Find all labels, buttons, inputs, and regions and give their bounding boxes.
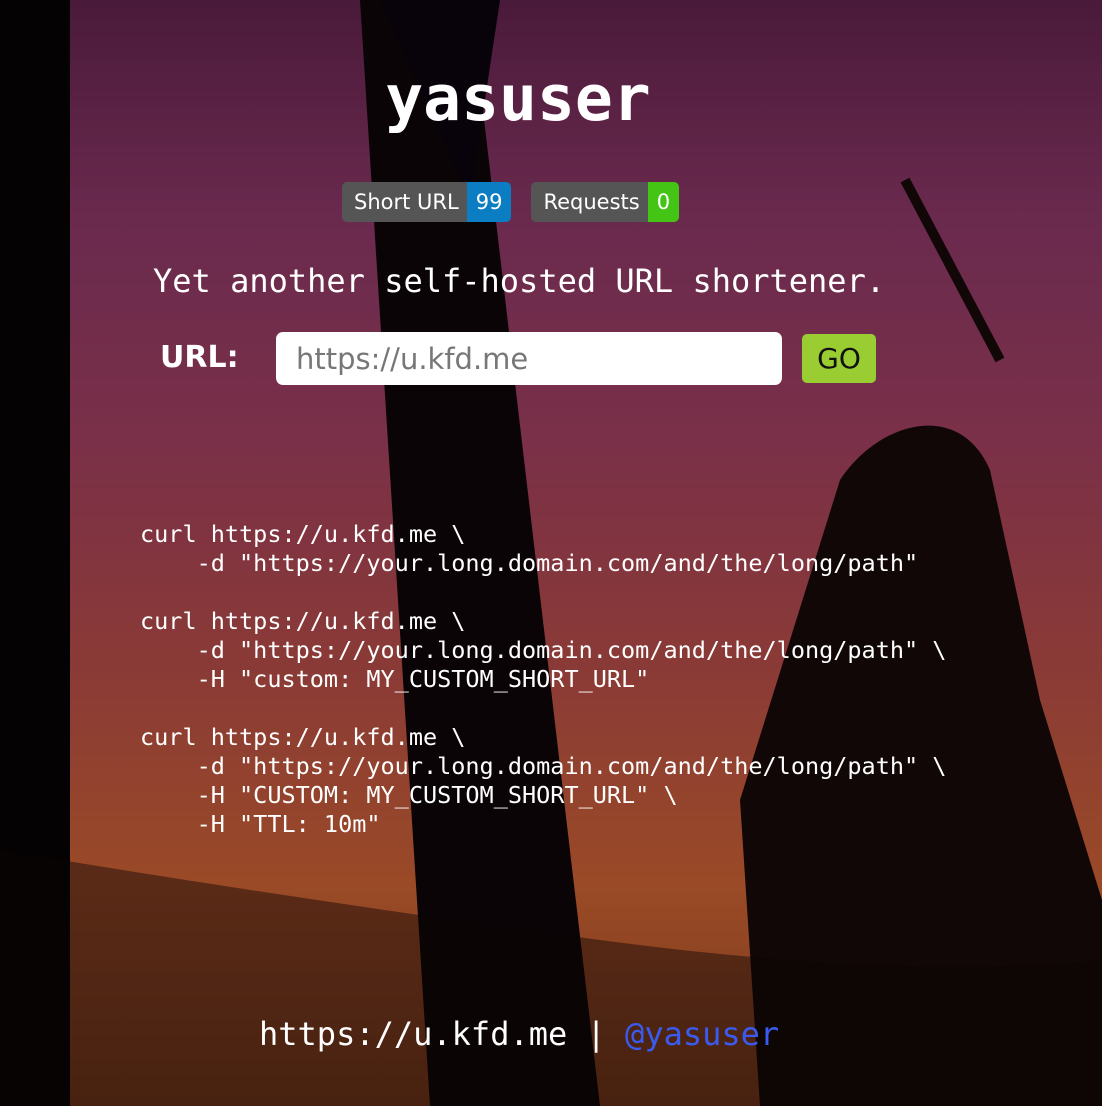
author-link[interactable]: @yasuser xyxy=(625,1015,779,1053)
badge-value: 99 xyxy=(466,182,512,222)
badge-value: 0 xyxy=(647,182,680,222)
url-label: URL: xyxy=(160,340,239,375)
badge-label: Requests xyxy=(531,182,648,222)
site-title: yasuser xyxy=(385,62,651,135)
footer-site: https://u.kfd.me xyxy=(259,1015,568,1053)
stats-badges: Short URL 99 Requests 0 xyxy=(342,182,680,222)
badge-label: Short URL xyxy=(342,182,467,222)
tagline: Yet another self-hosted URL shortener. xyxy=(153,262,886,300)
go-button[interactable]: GO xyxy=(802,334,876,383)
requests-badge: Requests 0 xyxy=(531,182,680,222)
curl-examples: curl https://u.kfd.me \ -d "https://your… xyxy=(140,520,947,838)
footer-separator: | xyxy=(567,1015,626,1053)
url-input[interactable] xyxy=(276,332,782,385)
footer: https://u.kfd.me | @yasuser xyxy=(259,1015,779,1053)
short-url-badge: Short URL 99 xyxy=(342,182,512,222)
